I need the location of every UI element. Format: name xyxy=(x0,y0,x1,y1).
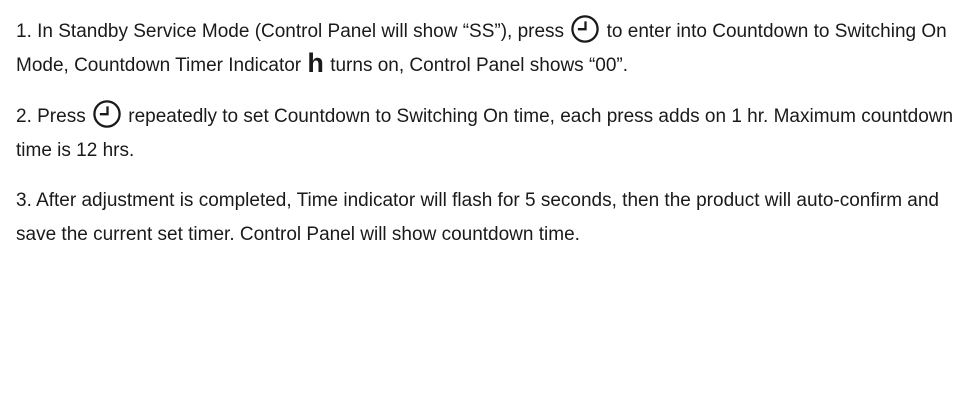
step-1: 1. In Standby Service Mode (Control Pane… xyxy=(16,14,976,83)
step-3-text: 3. After adjustment is completed, Time i… xyxy=(16,190,940,245)
timer-button-icon xyxy=(92,99,122,129)
instruction-document: 1. In Standby Service Mode (Control Pane… xyxy=(16,14,976,252)
step-2: 2. Press repeatedly to set Countdown to … xyxy=(16,99,976,168)
step-2-text-b: repeatedly to set Countdown to Switching… xyxy=(16,106,954,161)
step-2-text-a: 2. Press xyxy=(16,106,91,127)
timer-button-icon xyxy=(570,14,600,44)
step-1-text-c: turns on, Control Panel shows “00”. xyxy=(324,55,629,76)
countdown-timer-indicator-icon: h xyxy=(307,48,324,78)
step-3: 3. After adjustment is completed, Time i… xyxy=(16,184,976,252)
step-1-text-a: 1. In Standby Service Mode (Control Pane… xyxy=(16,21,570,42)
